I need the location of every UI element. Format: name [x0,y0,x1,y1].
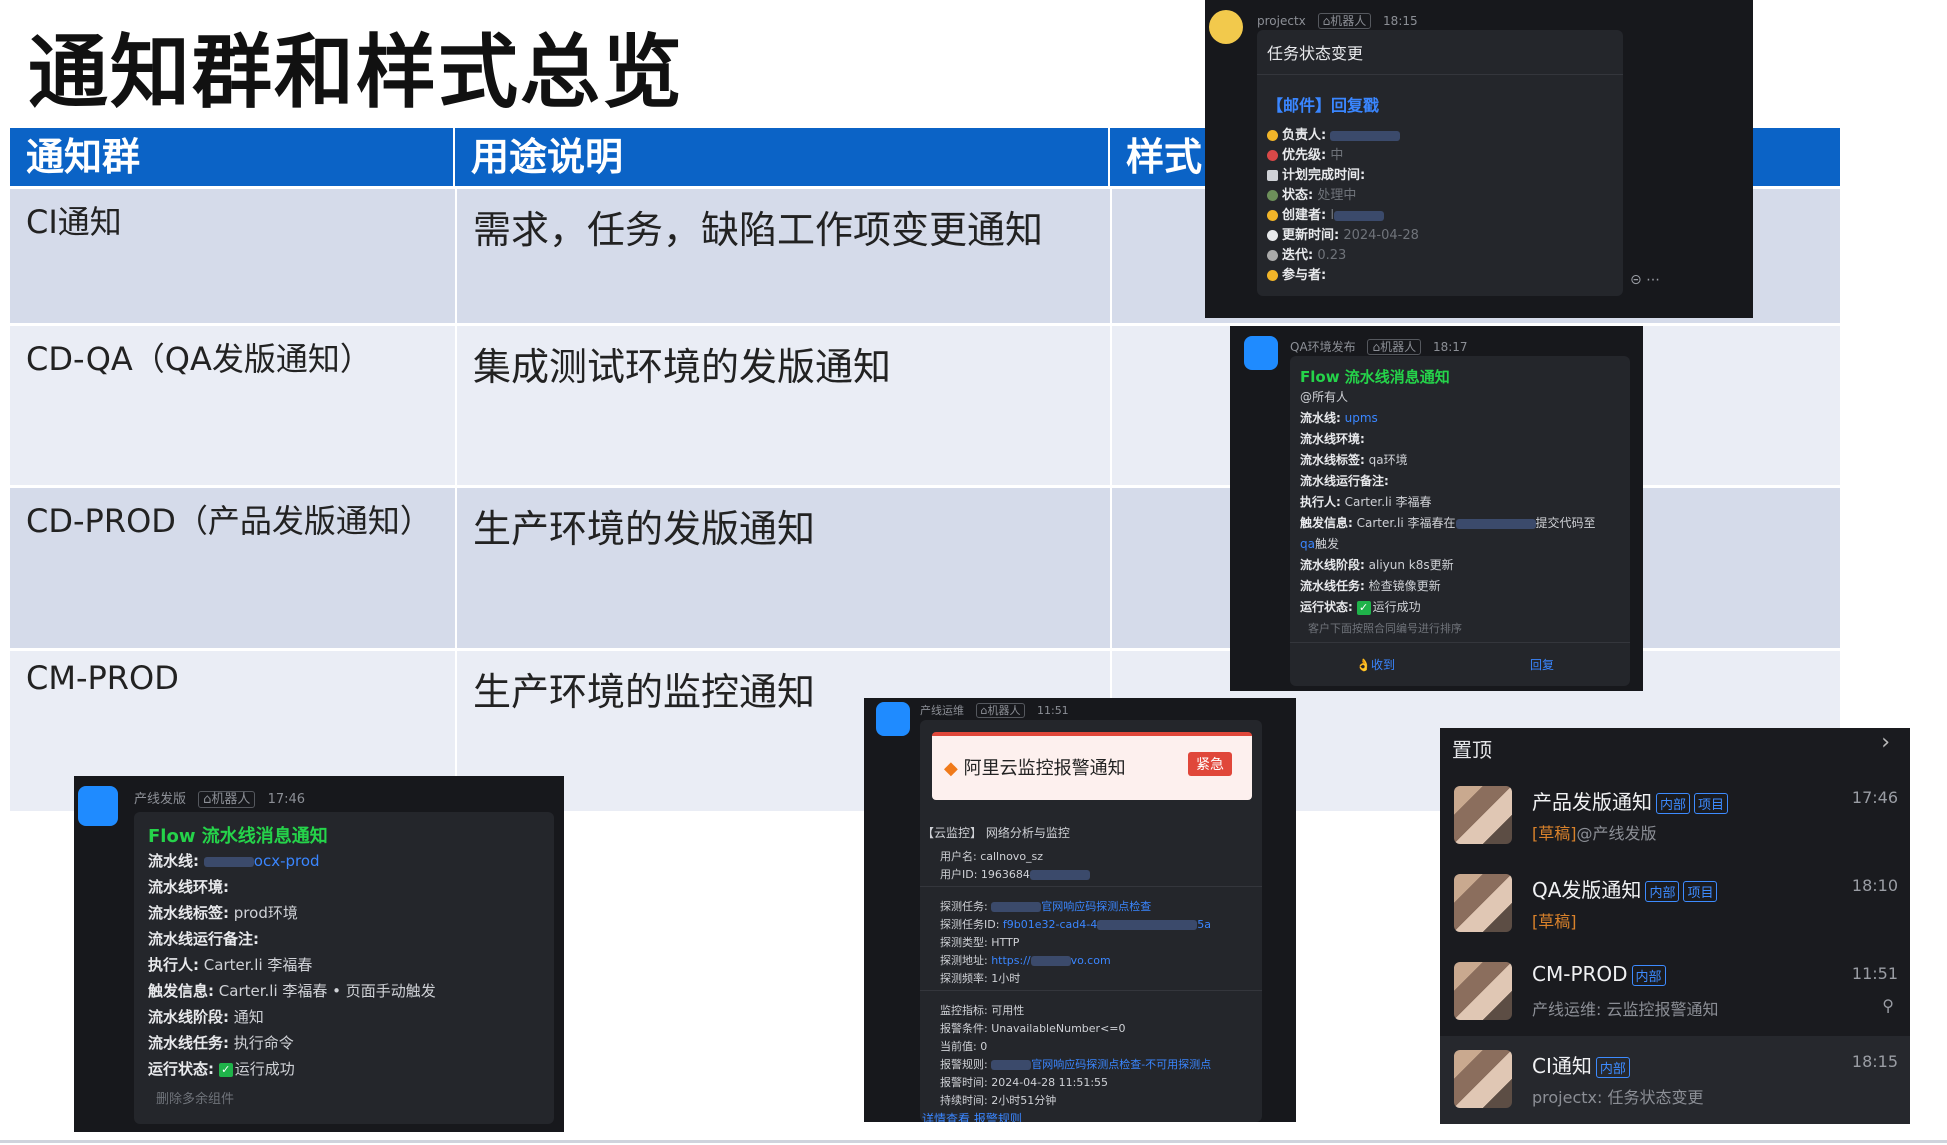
emoji-avatar-icon [1209,10,1243,44]
reply-button[interactable]: 回复 [1530,656,1554,673]
ci-notification-screenshot: projectx ⌂机器人 18:15 任务状态变更 【邮件】回复戳 负责人: … [1205,0,1753,318]
group-purpose: 集成测试环境的发版通知 [473,345,892,389]
group-purpose: 生产环境的发版通知 [473,507,816,551]
message-time: 11:51 [1036,704,1069,717]
aliyun-logo-icon: ◆ [944,758,958,779]
group-name: CD-QA（QA发版通知） [26,340,372,378]
prod-notification-screenshot: 产线发版 ⌂机器人 17:46 Flow 流水线消息通知 流水线: ocx-pr… [74,776,564,1132]
header-purpose: 用途说明 [455,128,1110,186]
page-title: 通知群和样式总览 [28,26,684,119]
card-title-link[interactable]: 【邮件】回复戳 [1267,92,1379,116]
header-group: 通知群 [10,128,455,186]
group-avatar [1454,786,1512,844]
sender-name: 产线运维 [920,704,964,717]
message-bubble: Flow 流水线消息通知 @所有人 流水线: upms 流水线环境: 流水线标签… [1290,356,1630,686]
cm-notification-screenshot: 产线运维 ⌂机器人 11:51 ◆ 阿里云监控报警通知 紧急 【云监控】 网络分… [864,698,1296,1122]
sender-name: projectx [1257,14,1306,28]
mention: @所有人 [1300,390,1349,404]
note-text: 客户下面按照合同编号进行排序 [1308,622,1462,635]
slide-bottom-rule [0,1140,1947,1143]
chevron-right-icon[interactable]: › [1881,730,1890,755]
sender-name: QA环境发布 [1290,340,1356,354]
group-avatar [1454,874,1512,932]
section-title: 【云监控】 网络分析与监控 [922,826,1070,840]
group-name: CD-PROD（产品发版通知） [26,502,432,540]
robot-tag: ⌂机器人 [1367,339,1422,355]
qa-notification-screenshot: QA环境发布 ⌂机器人 18:17 Flow 流水线消息通知 @所有人 流水线:… [1230,326,1643,691]
message-time: 18:17 [1432,340,1468,354]
message-time: 17:46 [267,792,306,807]
group-avatar [1454,962,1512,1020]
message-bubble: ◆ 阿里云监控报警通知 紧急 【云监控】 网络分析与监控 用户名: callno… [920,720,1262,1122]
pin-icon[interactable]: ⚲ [1882,996,1894,1015]
pinned-chat-item[interactable]: 产品发版通知 内部 项目 [草稿]@产线发版 17:46 [1440,772,1910,860]
alert-banner: ◆ 阿里云监控报警通知 紧急 [932,732,1252,800]
pinned-chat-list: 置顶 › 产品发版通知 内部 项目 [草稿]@产线发版 17:46 QA发版通知 内部… [1440,728,1910,1124]
pinned-header: 置顶 [1452,738,1492,762]
message-bubble: 任务状态变更 【邮件】回复戳 负责人: 优先级: 中 计划完成时间: 状态: 处… [1257,30,1623,296]
sender-name: 产线发版 [134,792,187,807]
detail-links[interactable]: 详情查看 报警规则 [922,1110,1022,1122]
group-name: CI通知 [26,203,122,241]
robot-tag: ⌂机器人 [975,703,1026,718]
received-button[interactable]: 👌收到 [1356,656,1395,673]
robot-tag: ⌂机器人 [198,791,256,808]
bot-avatar-icon [1244,336,1278,370]
pinned-chat-item[interactable]: QA发版通知 内部 项目 [草稿] 18:10 [1440,860,1910,948]
pinned-chat-item[interactable]: CM-PROD 内部 产线运维: 云监控报警通知 11:51 ⚲ [1440,948,1910,1036]
urgent-badge: 紧急 [1188,752,1232,776]
card-title: Flow 流水线消息通知 [148,826,328,847]
message-bubble: Flow 流水线消息通知 流水线: ocx-prod 流水线环境: 流水线标签:… [134,812,554,1124]
card-header: 任务状态变更 [1267,44,1364,63]
bot-avatar-icon [876,702,910,736]
robot-tag: ⌂机器人 [1317,13,1372,29]
bot-avatar-icon [78,786,118,826]
message-time: 18:15 [1383,14,1418,28]
group-purpose: 需求，任务，缺陷工作项变更通知 [473,208,1044,252]
pinned-chat-item[interactable]: CI通知 内部 projectx: 任务状态变更 18:15 [1440,1036,1910,1124]
footer-text: 删除多余组件 [156,1092,235,1107]
more-options-icon[interactable]: ⊝ ⋯ [1630,272,1660,288]
card-title: Flow 流水线消息通知 [1300,368,1450,386]
group-avatar [1454,1050,1512,1108]
